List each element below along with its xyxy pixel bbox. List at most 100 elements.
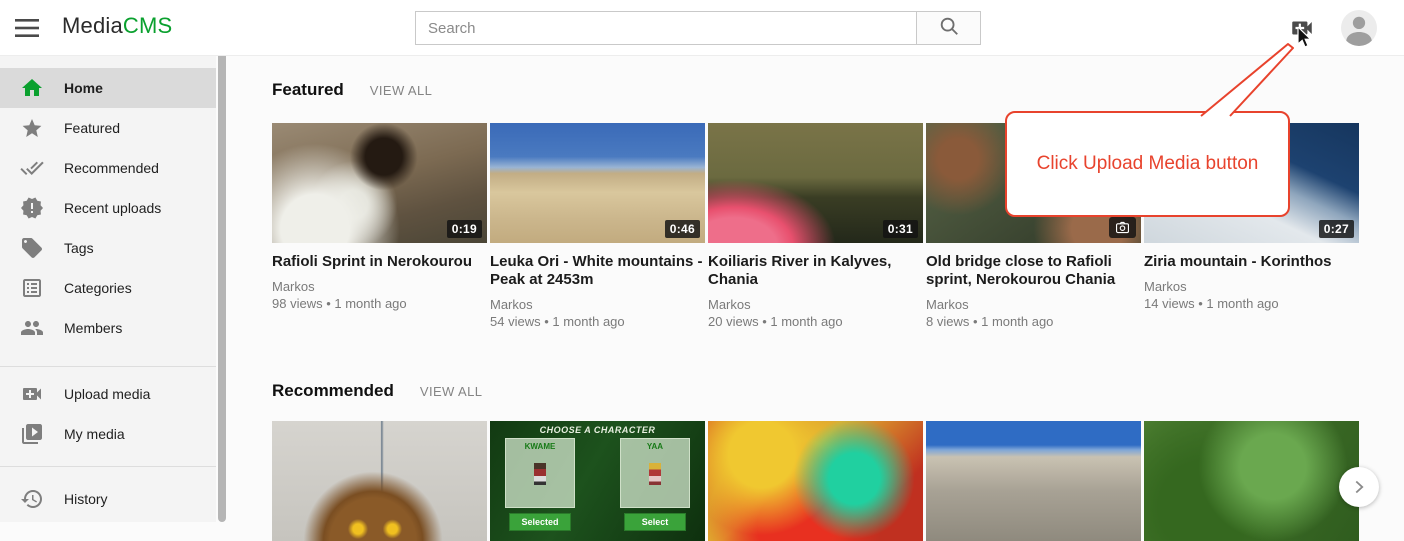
recommended-view-all-link[interactable]: VIEW ALL: [420, 384, 482, 399]
video-thumbnail[interactable]: [272, 421, 487, 541]
video-thumbnail[interactable]: 0:31: [708, 123, 923, 243]
video-card: 0:31 Koiliaris River in Kalyves, Chania Ma…: [708, 123, 923, 330]
featured-title: Featured: [272, 80, 344, 100]
my-media-icon: [20, 422, 44, 446]
video-author[interactable]: Markos: [1144, 278, 1359, 295]
sidebar-item-categories[interactable]: Categories: [0, 268, 216, 308]
video-meta: 14 views • 1 month ago: [1144, 295, 1359, 312]
video-card: [926, 421, 1141, 541]
star-icon: [20, 116, 44, 140]
sidebar-item-my-media[interactable]: My media: [0, 414, 216, 454]
sidebar-item-label: Home: [64, 80, 103, 96]
game-character-sprite: [649, 463, 661, 485]
sidebar-section: History: [0, 466, 216, 519]
game-character-sprite: [534, 463, 546, 485]
search-button[interactable]: [917, 11, 981, 45]
top-bar: MediaCMS: [0, 0, 1404, 56]
video-meta: 54 views • 1 month ago: [490, 313, 705, 330]
mediacms-logo[interactable]: MediaCMS: [62, 13, 172, 39]
user-avatar[interactable]: [1341, 10, 1377, 46]
chevron-right-icon: [1348, 476, 1370, 498]
game-character-name: KWAME: [506, 442, 574, 451]
video-author[interactable]: Markos: [272, 278, 487, 295]
tag-icon: [20, 236, 44, 260]
game-select-button: Select: [624, 513, 686, 531]
sidebar-item-label: Categories: [64, 280, 132, 296]
video-title[interactable]: Koiliaris River in Kalyves, Chania: [708, 253, 923, 289]
duration-badge: 0:27: [1319, 220, 1354, 238]
game-character-name: YAA: [621, 442, 689, 451]
video-thumbnail[interactable]: [708, 421, 923, 541]
video-title[interactable]: Leuka Ori - White mountains - Peak at 24…: [490, 253, 705, 289]
home-icon: [20, 76, 44, 100]
search-icon: [938, 15, 960, 42]
video-title[interactable]: Old bridge close to Rafioli sprint, Nero…: [926, 253, 1141, 289]
annotation-callout: Click Upload Media button: [1005, 111, 1290, 217]
person-icon: [1341, 10, 1377, 46]
new-releases-icon: [20, 196, 44, 220]
sidebar-item-home[interactable]: Home: [0, 68, 216, 108]
sidebar-item-recommended[interactable]: Recommended: [0, 148, 216, 188]
game-character-panel: YAA: [620, 438, 690, 508]
video-meta: 8 views • 1 month ago: [926, 313, 1141, 330]
game-character-panel: KWAME: [505, 438, 575, 508]
video-thumbnail[interactable]: 0:46: [490, 123, 705, 243]
video-card: CHOOSE A CHARACTER KWAME YAA Selected Select: [490, 421, 705, 541]
video-meta: 20 views • 1 month ago: [708, 313, 923, 330]
sidebar-item-tags[interactable]: Tags: [0, 228, 216, 268]
featured-section-header: Featured VIEW ALL: [272, 80, 432, 100]
video-card: [272, 421, 487, 541]
sidebar-item-recent-uploads[interactable]: Recent uploads: [0, 188, 216, 228]
sidebar-item-label: Members: [64, 320, 122, 336]
recommended-section-header: Recommended VIEW ALL: [272, 381, 482, 401]
video-meta: 98 views • 1 month ago: [272, 295, 487, 312]
upload-media-icon: [20, 382, 44, 406]
carousel-next-button[interactable]: [1339, 467, 1379, 507]
video-card: [708, 421, 923, 541]
sidebar-item-label: Tags: [64, 240, 94, 256]
video-thumbnail[interactable]: [1144, 421, 1359, 541]
mouse-cursor-icon: [1297, 27, 1315, 56]
video-thumbnail[interactable]: CHOOSE A CHARACTER KWAME YAA Selected Select: [490, 421, 705, 541]
sidebar-section: Home Featured Recommended Recent uploads Tag…: [0, 68, 216, 348]
sidebar-item-label: My media: [64, 426, 125, 442]
sidebar-item-history[interactable]: History: [0, 479, 216, 519]
sidebar-item-label: Recent uploads: [64, 200, 161, 216]
sidebar-scrollbar[interactable]: [218, 52, 226, 522]
members-icon: [20, 316, 44, 340]
duration-badge: 0:31: [883, 220, 918, 238]
video-author[interactable]: Markos: [926, 296, 1141, 313]
camera-icon: [1109, 217, 1136, 238]
game-select-button: Selected: [509, 513, 571, 531]
video-card: 0:46 Leuka Ori - White mountains - Peak a…: [490, 123, 705, 330]
video-card: [1144, 421, 1359, 541]
featured-view-all-link[interactable]: VIEW ALL: [370, 83, 432, 98]
video-thumbnail[interactable]: [926, 421, 1141, 541]
logo-text-dark: Media: [62, 13, 123, 38]
recommended-title: Recommended: [272, 381, 394, 401]
done-all-icon: [20, 156, 44, 180]
sidebar-item-label: Featured: [64, 120, 120, 136]
video-title[interactable]: Rafioli Sprint in Nerokourou: [272, 253, 487, 271]
video-title[interactable]: Ziria mountain - Korinthos: [1144, 253, 1359, 271]
sidebar-item-label: Upload media: [64, 386, 150, 402]
sidebar-item-upload-media[interactable]: Upload media: [0, 374, 216, 414]
video-card: 0:19 Rafioli Sprint in Nerokourou Markos98…: [272, 123, 487, 330]
sidebar-item-label: Recommended: [64, 160, 159, 176]
duration-badge: 0:19: [447, 220, 482, 238]
menu-icon[interactable]: [14, 16, 40, 40]
sidebar-item-label: History: [64, 491, 108, 507]
history-icon: [20, 487, 44, 511]
search-input[interactable]: [415, 11, 917, 45]
logo-text-green: CMS: [123, 13, 173, 38]
sidebar-item-members[interactable]: Members: [0, 308, 216, 348]
video-thumbnail[interactable]: 0:19: [272, 123, 487, 243]
sidebar-section: Upload media My media: [0, 366, 216, 454]
sidebar-item-featured[interactable]: Featured: [0, 108, 216, 148]
video-author[interactable]: Markos: [490, 296, 705, 313]
recommended-video-row: CHOOSE A CHARACTER KWAME YAA Selected Select: [272, 421, 1362, 541]
video-author[interactable]: Markos: [708, 296, 923, 313]
categories-icon: [20, 276, 44, 300]
sidebar: Home Featured Recommended Recent uploads Tag…: [0, 56, 216, 522]
game-thumb-title: CHOOSE A CHARACTER: [490, 425, 705, 435]
